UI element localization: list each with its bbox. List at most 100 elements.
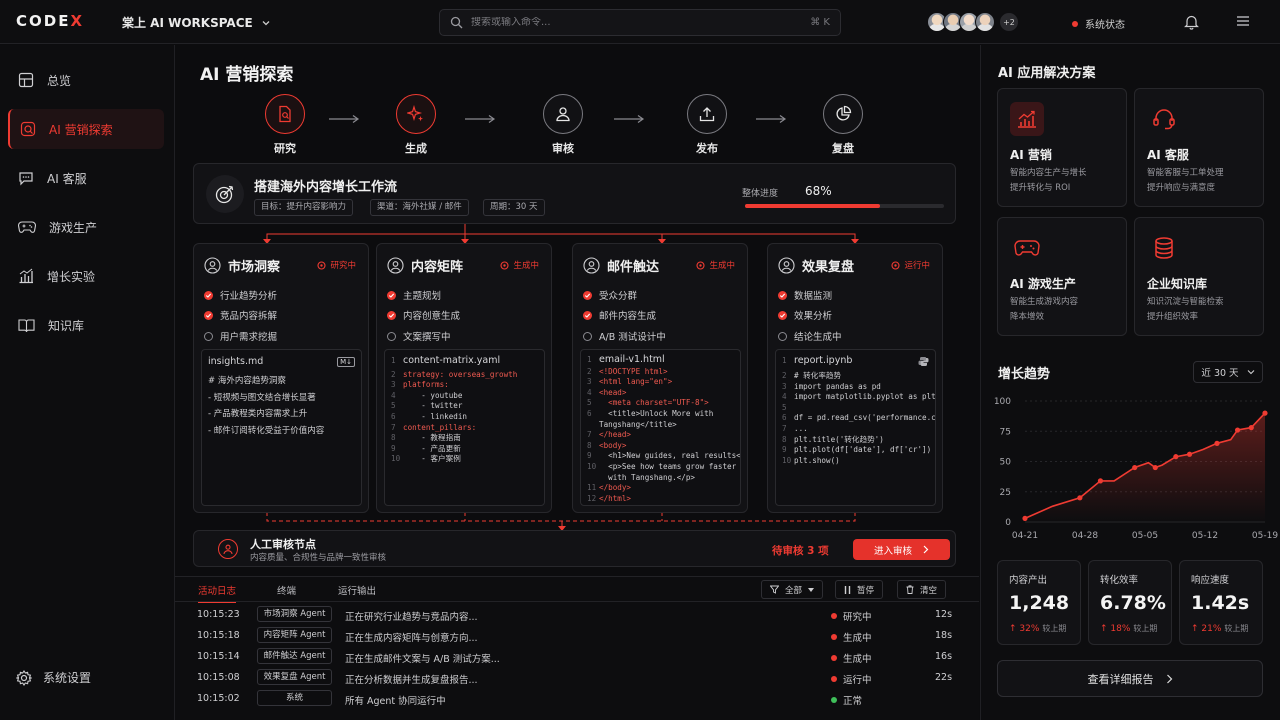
code-line: 10 - 客户案例	[391, 454, 461, 464]
step-publish[interactable]: 发布	[677, 94, 737, 156]
log-time: 10:15:23	[197, 609, 240, 620]
sidebar-item-settings[interactable]: 系统设置	[16, 669, 91, 686]
search-input[interactable]	[471, 17, 771, 28]
arrow-right-icon	[465, 115, 496, 123]
status-dot	[1072, 20, 1078, 27]
data-point	[1186, 451, 1193, 457]
command-search[interactable]: ⌘ K	[439, 9, 841, 36]
step-circle	[823, 94, 863, 134]
activity-log-panel: 活动日志 终端 运行输出 全部 暂停 清空 10:15:23 市场洞察 Agent…	[175, 576, 979, 720]
progress-value: 68%	[805, 184, 832, 198]
gamepad-icon	[18, 221, 36, 233]
chevron-right-icon	[1166, 674, 1172, 683]
todo-item: 用户需求挖掘	[204, 329, 277, 343]
log-row[interactable]: 10:15:02 系统 所有 Agent 协同运行中 正常	[175, 689, 979, 710]
logo[interactable]: CODEX	[16, 12, 84, 30]
log-time: 10:15:02	[197, 693, 240, 704]
log-row[interactable]: 10:15:14 邮件触达 Agent 正在生成邮件文案与 A/B 测试方案... 生…	[175, 647, 979, 668]
notification-button[interactable]	[1184, 14, 1199, 30]
view-report-button[interactable]: 查看详细报告	[997, 660, 1263, 697]
agent-card-performance-review[interactable]: 效果复盘 运行中 数据监测 效果分析 结论生成中 1 report.ipynb 2…	[767, 243, 943, 513]
agent-card-email-outreach[interactable]: 邮件触达 生成中 受众分群 邮件内容生成 A/B 测试设计中 1 email-v1…	[572, 243, 748, 513]
kpi-change: ↑ 32% 较上期	[1009, 624, 1067, 634]
log-row[interactable]: 10:15:23 市场洞察 Agent 正在研究行业趋势与竞品内容... 研究中 12s	[175, 605, 979, 626]
code-line: - 邮件订阅转化受益于价值内容	[208, 425, 325, 436]
check-icon	[204, 310, 213, 320]
tab-activity-log[interactable]: 活动日志	[198, 583, 237, 603]
pause-button[interactable]: 暂停	[835, 580, 884, 599]
agent-card-content-matrix[interactable]: 内容矩阵 生成中 主题规划 内容创意生成 文案撰写中 1 content-matr…	[376, 243, 552, 513]
clear-button[interactable]: 清空	[897, 580, 947, 599]
y-tick-label: 75	[1000, 427, 1011, 437]
filter-dropdown[interactable]: 全部	[761, 580, 824, 599]
book-icon	[18, 318, 35, 332]
kpi-value: 1,248	[1009, 592, 1070, 614]
system-status[interactable]: 系统状态	[1072, 16, 1125, 31]
step-review[interactable]: 审核	[533, 94, 593, 156]
trash-icon	[906, 585, 914, 594]
solution-card-ai-marketing[interactable]: AI 营销 智能内容生产与增长 提升转化与 ROI	[997, 88, 1127, 207]
sidebar-item-ai-marketing[interactable]: AI 营销探索	[8, 109, 164, 149]
sidebar-item-growth-experiments[interactable]: 增长实验	[8, 256, 164, 296]
check-icon	[204, 290, 213, 300]
step-research[interactable]: 研究	[255, 94, 315, 156]
spinner-icon	[696, 260, 706, 270]
file-preview[interactable]: insights.md M↓ # 海外内容趋势洞察 - 短视频与图文结合增长显著 …	[201, 349, 362, 506]
more-users-badge[interactable]: +2	[999, 12, 1019, 32]
code-line: - 产品教程类内容需求上升	[208, 409, 308, 419]
file-preview[interactable]: 1 report.ipynb 2 # 转化率趋势 3 import pandas as…	[775, 349, 936, 506]
log-time: 10:15:08	[197, 672, 240, 683]
file-preview[interactable]: 1 content-matrix.yaml 2 strategy: overseas…	[384, 349, 545, 506]
trend-title: 增长趋势	[998, 367, 1051, 382]
code-line: 2 strategy: overseas_growth	[391, 369, 518, 379]
sidebar-item-overview[interactable]: 总览	[8, 60, 164, 100]
solution-card-ai-game[interactable]: AI 游戏生产 智能生成游戏内容 降本增效	[997, 217, 1127, 336]
bar-chart-icon	[19, 268, 33, 284]
enter-review-button[interactable]: 进入审核	[853, 539, 950, 560]
log-message: 正在研究行业趋势与竞品内容...	[345, 612, 478, 623]
sidebar-item-ai-service[interactable]: AI 客服	[8, 158, 164, 198]
solutions-title: AI 应用解决方案	[998, 66, 1096, 81]
file-name: report.ipynb	[794, 355, 853, 366]
code-line: 8 - 教程指南	[391, 433, 461, 443]
arrow-right-icon	[614, 115, 645, 123]
agent-title: 市场洞察	[228, 260, 281, 275]
solution-card-knowledge-base[interactable]: 企业知识库 知识沉淀与智能检索 提升组织效率	[1134, 217, 1264, 336]
file-preview[interactable]: 1 email-v1.html 2 <!DOCTYPE html> 3 <html l…	[580, 349, 741, 506]
step-generate[interactable]: 生成	[386, 94, 446, 156]
tab-run-output[interactable]: 运行输出	[338, 583, 376, 597]
date-range-dropdown[interactable]: 近 30 天	[1193, 361, 1263, 383]
code-line: 4 - youtube	[391, 390, 463, 400]
sidebar-item-label: 知识库	[48, 318, 85, 333]
status-dot	[831, 676, 837, 682]
trend-area	[1025, 413, 1265, 522]
todo-item: 结论生成中	[778, 329, 842, 343]
code-line: - 短视频与图文结合增长显著	[208, 392, 316, 403]
pending-count: 待审核 3 项	[772, 545, 829, 557]
code-line: 3 import pandas as pd	[782, 381, 881, 391]
x-tick-label: 05-05	[1132, 531, 1158, 541]
avatar[interactable]	[975, 12, 995, 32]
log-status: 生成中	[831, 651, 872, 665]
step-retrospective[interactable]: 复盘	[813, 94, 873, 156]
log-row[interactable]: 10:15:08 效果复盘 Agent 正在分析数据并生成复盘报告... 运行中 22s	[175, 668, 979, 689]
agent-card-market-insight[interactable]: 市场洞察 研究中 行业趋势分析 竞品内容拆解 用户需求挖掘 insights.m…	[193, 243, 369, 513]
solution-card-ai-service[interactable]: AI 客服 智能客服与工单处理 提升响应与满意度	[1134, 88, 1264, 207]
kpi-label: 转化效率	[1100, 575, 1139, 586]
solution-desc: 智能内容生产与增长 提升转化与 ROI	[1010, 168, 1087, 193]
menu-button[interactable]	[1236, 15, 1250, 27]
code-line: 10 <p>See how teams grow faster	[587, 461, 737, 471]
target-icon	[206, 175, 244, 213]
code-line: 7 </head>	[587, 430, 632, 440]
sidebar-item-knowledge-base[interactable]: 知识库	[8, 305, 164, 345]
step-label: 发布	[696, 142, 718, 155]
step-label: 研究	[274, 142, 296, 155]
data-point	[1022, 515, 1028, 521]
collaborator-avatars[interactable]: +2	[927, 12, 1019, 32]
tab-terminal[interactable]: 终端	[277, 583, 296, 597]
log-row[interactable]: 10:15:18 内容矩阵 Agent 正在生成内容矩阵与创意方向... 生成中 18s	[175, 626, 979, 647]
file-name: insights.md	[208, 356, 264, 367]
workspace-switcher[interactable]: 棠上 AI WORKSPACE	[122, 14, 271, 31]
top-bar: CODEX 棠上 AI WORKSPACE ⌘ K +2 系统状态	[0, 0, 1280, 44]
sidebar-item-game-production[interactable]: 游戏生产	[8, 207, 164, 247]
